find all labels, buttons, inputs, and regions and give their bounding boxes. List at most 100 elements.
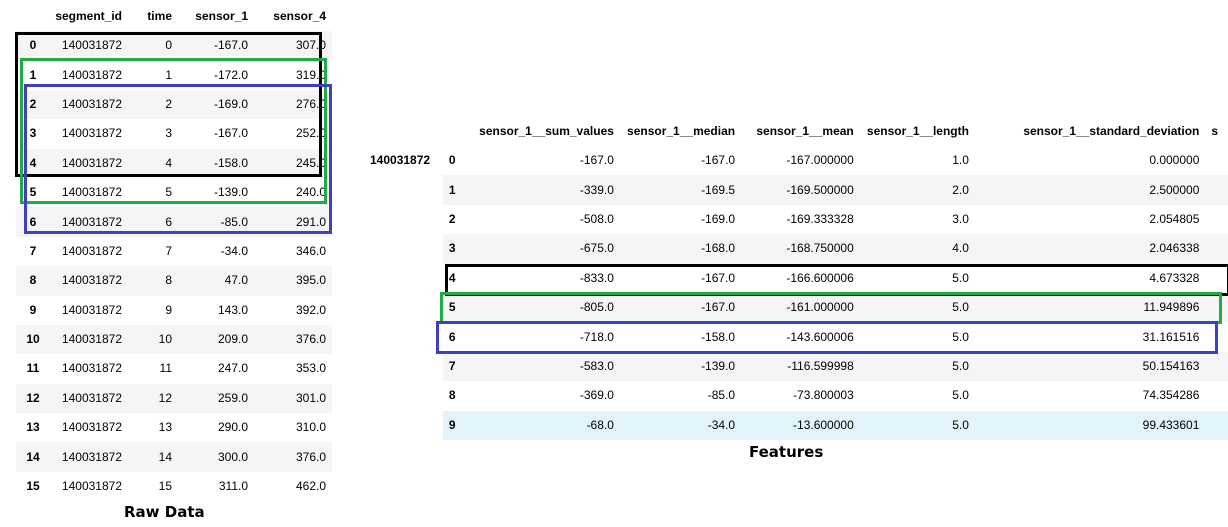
raw-cell: -167.0 <box>213 126 248 141</box>
raw-cell: -139.0 <box>213 185 248 200</box>
raw-cell: 15 <box>158 479 172 494</box>
features-cell: 2.500000 <box>976 175 1208 205</box>
raw-row-index: 5 <box>29 185 37 200</box>
raw-cell: 140031872 <box>61 214 122 229</box>
raw-cell: -169.0 <box>213 96 248 111</box>
features-row-index: 7 <box>442 351 472 382</box>
raw-row-index: 12 <box>26 390 40 405</box>
features-caption: Features <box>749 443 824 461</box>
raw-cell: 311.0 <box>218 479 248 494</box>
raw-cell: 9 <box>165 302 172 317</box>
features-table-row: 140031872 0 -167.0 -167.0 -167.000000 1.0 0.00… <box>360 146 1228 175</box>
raw-cell: 319.0 <box>295 67 326 82</box>
features-cell: -169.0 <box>701 211 736 226</box>
features-cell-truncated <box>1207 175 1228 205</box>
raw-table-row: 7 140031872 7 -34.0 346.0 <box>16 237 332 266</box>
raw-table-row: 6 140031872 6 -85.0 291.0 <box>16 207 332 237</box>
features-cell: 1.0 <box>952 153 969 168</box>
raw-table-row: 13 140031872 13 290.0 310.0 <box>16 413 332 442</box>
raw-cell: 8 <box>165 273 172 288</box>
features-cell: 2.054805 <box>1149 211 1200 226</box>
raw-table-row: 8 140031872 8 47.0 395.0 <box>16 266 332 296</box>
raw-table-row: 5 140031872 5 -139.0 240.0 <box>16 178 332 207</box>
raw-table-row: 4 140031872 4 -158.0 245.0 <box>16 148 332 178</box>
raw-cell: 140031872 <box>61 96 122 111</box>
features-cell: -369.0 <box>579 388 614 403</box>
features-cell: 4.673328 <box>1149 270 1200 285</box>
features-table-row: 3 -675.0 -168.0 -168.750000 4.0 2.046338 <box>360 234 1228 264</box>
raw-header-row: segment_id time sensor_1 sensor_4 <box>16 2 332 31</box>
features-cell: -158.0 <box>701 329 736 344</box>
features-cell: -508.0 <box>579 211 614 226</box>
raw-cell: 140031872 <box>61 302 122 317</box>
features-table-row: 6 -718.0 -158.0 -143.600006 5.0 31.161516 <box>360 322 1228 351</box>
features-cell: -718.0 <box>579 329 614 344</box>
features-col-header: sensor_1__median <box>627 124 736 138</box>
features-col-header: sensor_1__mean <box>756 124 854 138</box>
raw-row-index: 2 <box>29 96 37 111</box>
features-cell: -116.599998 <box>743 351 862 382</box>
features-cell: 2.046338 <box>976 234 1208 264</box>
raw-table-row: 9 140031872 9 143.0 392.0 <box>16 296 332 325</box>
raw-cell: -167.0 <box>213 38 248 53</box>
features-cell: -805.0 <box>471 292 622 323</box>
raw-cell: 245.0 <box>295 155 326 170</box>
features-cell: -675.0 <box>471 234 622 264</box>
features-cell: -73.800003 <box>793 388 854 403</box>
features-cell-truncated <box>1207 264 1228 293</box>
features-cell: -167.0 <box>701 270 736 285</box>
raw-row-index: 1 <box>29 67 37 82</box>
features-cell: 2.0 <box>861 175 977 205</box>
raw-table-row: 3 140031872 3 -167.0 252.0 <box>16 119 332 148</box>
features-cell: 50.154163 <box>976 351 1208 382</box>
features-row-index: 5 <box>442 292 472 323</box>
features-index-header <box>360 117 443 146</box>
raw-cell: 353.0 <box>295 361 326 376</box>
features-cell-truncated <box>1207 322 1228 351</box>
features-cell: -167.0 <box>621 292 744 323</box>
raw-cell: 14 <box>158 449 172 464</box>
features-col-header: sensor_1__length <box>866 124 969 138</box>
raw-cell: 140031872 <box>61 126 122 141</box>
raw-cell: 13 <box>158 420 172 435</box>
raw-table-row: 11 140031872 11 247.0 353.0 <box>16 354 332 383</box>
raw-table-row: 10 140031872 10 209.0 376.0 <box>16 324 332 355</box>
raw-data-table: segment_id time sensor_1 sensor_4 0 14003… <box>16 2 332 501</box>
features-cell: -13.600000 <box>743 410 862 440</box>
raw-cell: 462.0 <box>295 479 326 494</box>
features-cell: -168.0 <box>621 234 744 264</box>
features-table-row: 9 -68.0 -34.0 -13.600000 5.0 99.433601 <box>360 410 1228 440</box>
raw-cell: 376.0 <box>295 449 326 464</box>
raw-row-index: 8 <box>29 273 37 288</box>
features-table: sensor_1__sum_values sensor_1__median se… <box>360 117 1228 440</box>
features-cell: -583.0 <box>471 351 622 382</box>
features-cell: -34.0 <box>621 410 744 440</box>
raw-row-index: 3 <box>29 126 37 141</box>
raw-cell: 6 <box>165 214 172 229</box>
raw-cell: 395.0 <box>295 273 326 288</box>
raw-cell: 346.0 <box>295 243 326 258</box>
features-cell: 5.0 <box>952 388 969 403</box>
raw-cell: 140031872 <box>61 243 122 258</box>
raw-cell: 12 <box>158 390 172 405</box>
raw-cell: 392.0 <box>295 302 326 317</box>
features-cell: -139.0 <box>621 351 744 382</box>
raw-col-header: sensor_4 <box>273 9 326 23</box>
features-cell: 3.0 <box>952 211 969 226</box>
features-cell-truncated <box>1207 292 1228 323</box>
features-cell: -166.600006 <box>786 270 854 285</box>
features-table-row: 5 -805.0 -167.0 -161.000000 5.0 11.949896 <box>360 292 1228 323</box>
features-cell-truncated <box>1207 146 1228 175</box>
raw-cell: 2 <box>165 96 172 111</box>
raw-cell: 290.0 <box>217 420 248 435</box>
raw-col-header: sensor_1 <box>195 9 248 23</box>
raw-cell: 376.0 <box>295 332 326 347</box>
raw-cell: 140031872 <box>61 155 122 170</box>
raw-cell: 11 <box>159 361 172 376</box>
features-table-row: 4 -833.0 -167.0 -166.600006 5.0 4.673328 <box>360 264 1228 293</box>
raw-cell: 140031872 <box>61 273 122 288</box>
features-cell: -68.0 <box>471 410 622 440</box>
raw-row-index: 7 <box>29 243 37 258</box>
features-row-index: 3 <box>442 234 472 264</box>
raw-cell: 4 <box>165 155 172 170</box>
